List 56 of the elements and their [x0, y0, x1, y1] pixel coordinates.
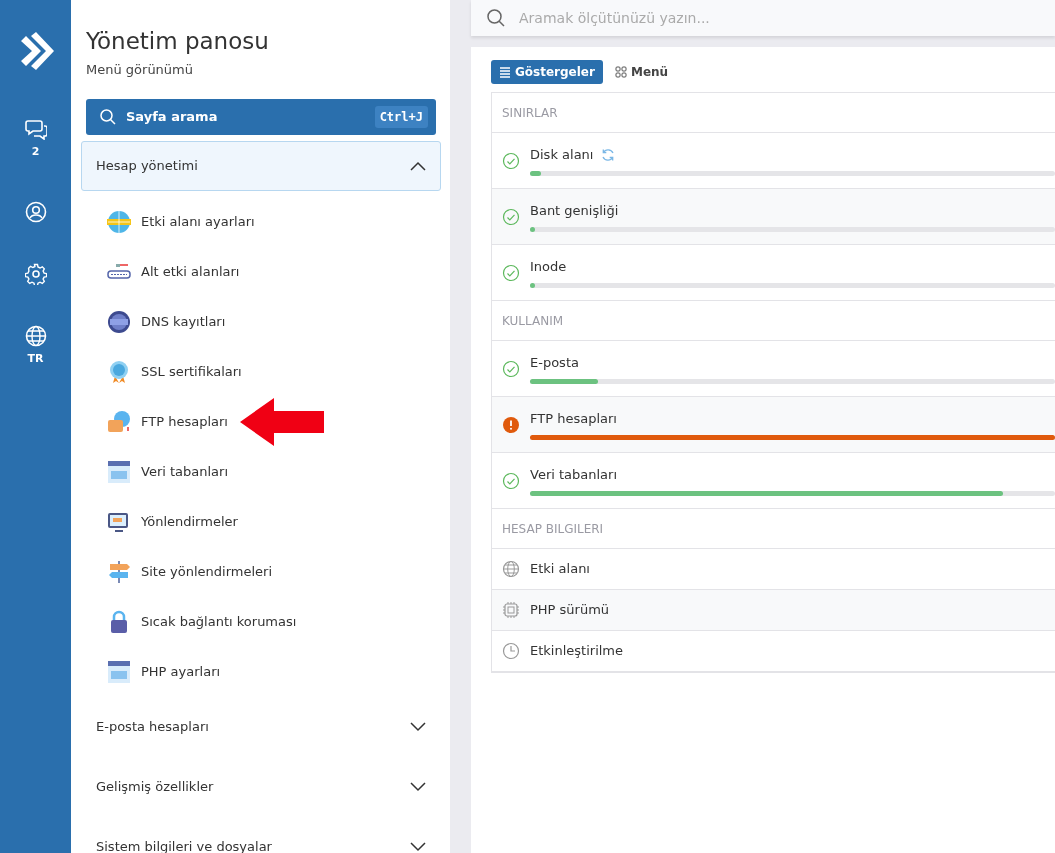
shortcut-key: Ctrl+J	[374, 106, 428, 129]
badge-count: 2	[31, 144, 40, 160]
metric-label: Veri tabanları	[530, 466, 618, 485]
search-icon	[487, 9, 505, 27]
search-field[interactable]: Aramak ölçütünüzü yazın...	[517, 6, 1055, 30]
menu-item[interactable]: PHP ayarları	[81, 647, 221, 698]
badge-icon	[107, 360, 131, 385]
page-subtitle: Menü görünümü	[86, 60, 194, 79]
page-title: Yönetim panosu	[86, 28, 270, 56]
globe-icon	[107, 310, 131, 335]
user-icon[interactable]	[24, 200, 47, 223]
window-icon	[107, 660, 131, 685]
menu-item[interactable]: Etki alanı ayarları	[81, 197, 255, 248]
chat-icon[interactable]	[24, 118, 47, 140]
search-icon	[100, 109, 116, 126]
page-search-button[interactable]: Sayfa arama Ctrl+J	[86, 99, 436, 136]
chip-icon	[502, 601, 520, 619]
view-tab[interactable]: Menü	[606, 60, 677, 84]
menu-item[interactable]: DNS kayıtları	[81, 297, 226, 348]
menu-item[interactable]: FTP hesapları	[81, 397, 228, 448]
accordion-header[interactable]: Hesap yönetimi	[81, 141, 441, 192]
metric-label: Disk alanı	[530, 146, 594, 165]
language-label: TR	[27, 350, 44, 367]
chevron-down-icon	[410, 722, 426, 733]
chevron-down-icon	[410, 842, 426, 853]
info-label: PHP sürümü	[530, 601, 610, 620]
monitor-icon	[107, 510, 131, 535]
menu-item[interactable]: Site yönlendirmeleri	[81, 547, 273, 598]
info-label: Etki alanı	[530, 560, 590, 579]
menu-item[interactable]: SSL sertifikaları	[81, 347, 242, 398]
section-heading: KULLANIM	[502, 312, 564, 330]
globe-icon	[502, 560, 520, 578]
globe-icon[interactable]	[24, 324, 47, 347]
menu-item[interactable]: Veri tabanları	[81, 447, 229, 498]
window-icon	[107, 460, 131, 485]
signpost-icon	[107, 560, 131, 585]
metric-label: Inode	[530, 258, 567, 277]
view-tab[interactable]: Göstergeler	[491, 60, 603, 84]
section-heading: SINIRLAR	[502, 104, 558, 122]
clock-icon	[502, 642, 520, 660]
search-bar[interactable]: Aramak ölçütünüzü yazın...	[471, 0, 1055, 36]
menu-item[interactable]: Alt etki alanları	[81, 247, 240, 298]
metric-label: Bant genişliği	[530, 202, 619, 221]
section-heading: HESAP BILGILERI	[502, 520, 604, 538]
info-label: Etkinleştirilme	[530, 642, 623, 661]
metric-label: E-posta	[530, 354, 579, 373]
globe-icon	[107, 210, 131, 235]
menu-item[interactable]: Yönlendirmeler	[81, 497, 238, 548]
grid-icon	[614, 66, 627, 78]
chevron-up-icon	[410, 161, 426, 172]
list-icon	[499, 66, 511, 78]
chevron-down-icon	[410, 782, 426, 793]
metric-label: FTP hesapları	[530, 410, 617, 429]
settings-icon[interactable]	[24, 262, 47, 285]
arrow-icon	[239, 398, 324, 447]
menu-item[interactable]: Sıcak bağlantı koruması	[81, 597, 297, 648]
